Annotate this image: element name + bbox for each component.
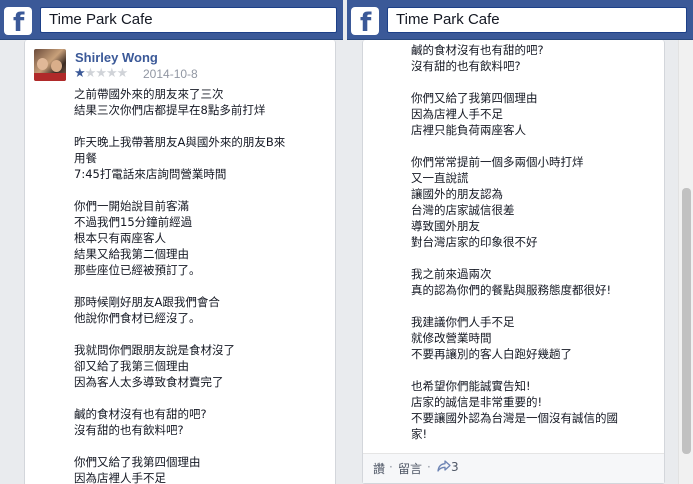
review-card: Shirley Wong ★★★★★ 2014-10-8 之前帶國外來的朋友來了… bbox=[24, 40, 336, 484]
scrollbar-thumb[interactable] bbox=[682, 188, 691, 454]
top-bar: f Time Park Cafe bbox=[0, 0, 343, 40]
review-text: 鹹的食材沒有也有甜的吧? 沒有甜的也有飲料吧? 你們又給了我第四個理由 因為店裡… bbox=[411, 43, 618, 441]
avatar[interactable] bbox=[34, 49, 66, 81]
share-icon bbox=[437, 460, 451, 472]
search-input[interactable]: Time Park Cafe bbox=[40, 7, 337, 33]
separator: · bbox=[389, 460, 393, 474]
review-date[interactable]: 2014-10-8 bbox=[143, 67, 198, 81]
share-count: 3 bbox=[451, 460, 459, 474]
star-icon: ★ bbox=[95, 66, 107, 81]
star-icon: ★ bbox=[105, 66, 118, 81]
share-button[interactable]: 3 bbox=[437, 460, 459, 474]
search-input[interactable]: Time Park Cafe bbox=[387, 7, 687, 33]
review-card: 鹹的食材沒有也有甜的吧? 沒有甜的也有飲料吧? 你們又給了我第四個理由 因為店裡… bbox=[362, 40, 665, 484]
scrollbar[interactable] bbox=[678, 40, 693, 484]
review-text: 之前帶國外來的朋友來了三次 結果三次你們店都提早在8點多前打烊 昨天晚上我帶著朋… bbox=[74, 87, 286, 484]
like-button[interactable]: 讚 bbox=[373, 460, 385, 477]
search-input-value: Time Park Cafe bbox=[396, 11, 500, 28]
separator: · bbox=[427, 460, 431, 474]
right-panel: f Time Park Cafe 鹹的食材沒有也有甜的吧? 沒有甜的也有飲料吧?… bbox=[347, 0, 693, 484]
facebook-logo-icon[interactable]: f bbox=[351, 7, 379, 38]
rating-stars: ★★★★★ bbox=[74, 66, 129, 81]
top-bar: f Time Park Cafe bbox=[347, 0, 693, 40]
left-panel: f Time Park Cafe Shirley Wong ★★★★★ 2014… bbox=[0, 0, 343, 484]
review-author[interactable]: Shirley Wong bbox=[75, 50, 158, 65]
star-icon: ★ bbox=[74, 66, 86, 81]
facebook-logo-icon[interactable]: f bbox=[4, 7, 32, 38]
review-actions: 讚 · 留言 · 3 bbox=[363, 453, 664, 483]
star-icon: ★ bbox=[116, 66, 129, 81]
star-icon: ★ bbox=[84, 66, 97, 81]
comment-button[interactable]: 留言 bbox=[398, 460, 422, 477]
search-input-value: Time Park Cafe bbox=[49, 11, 153, 28]
